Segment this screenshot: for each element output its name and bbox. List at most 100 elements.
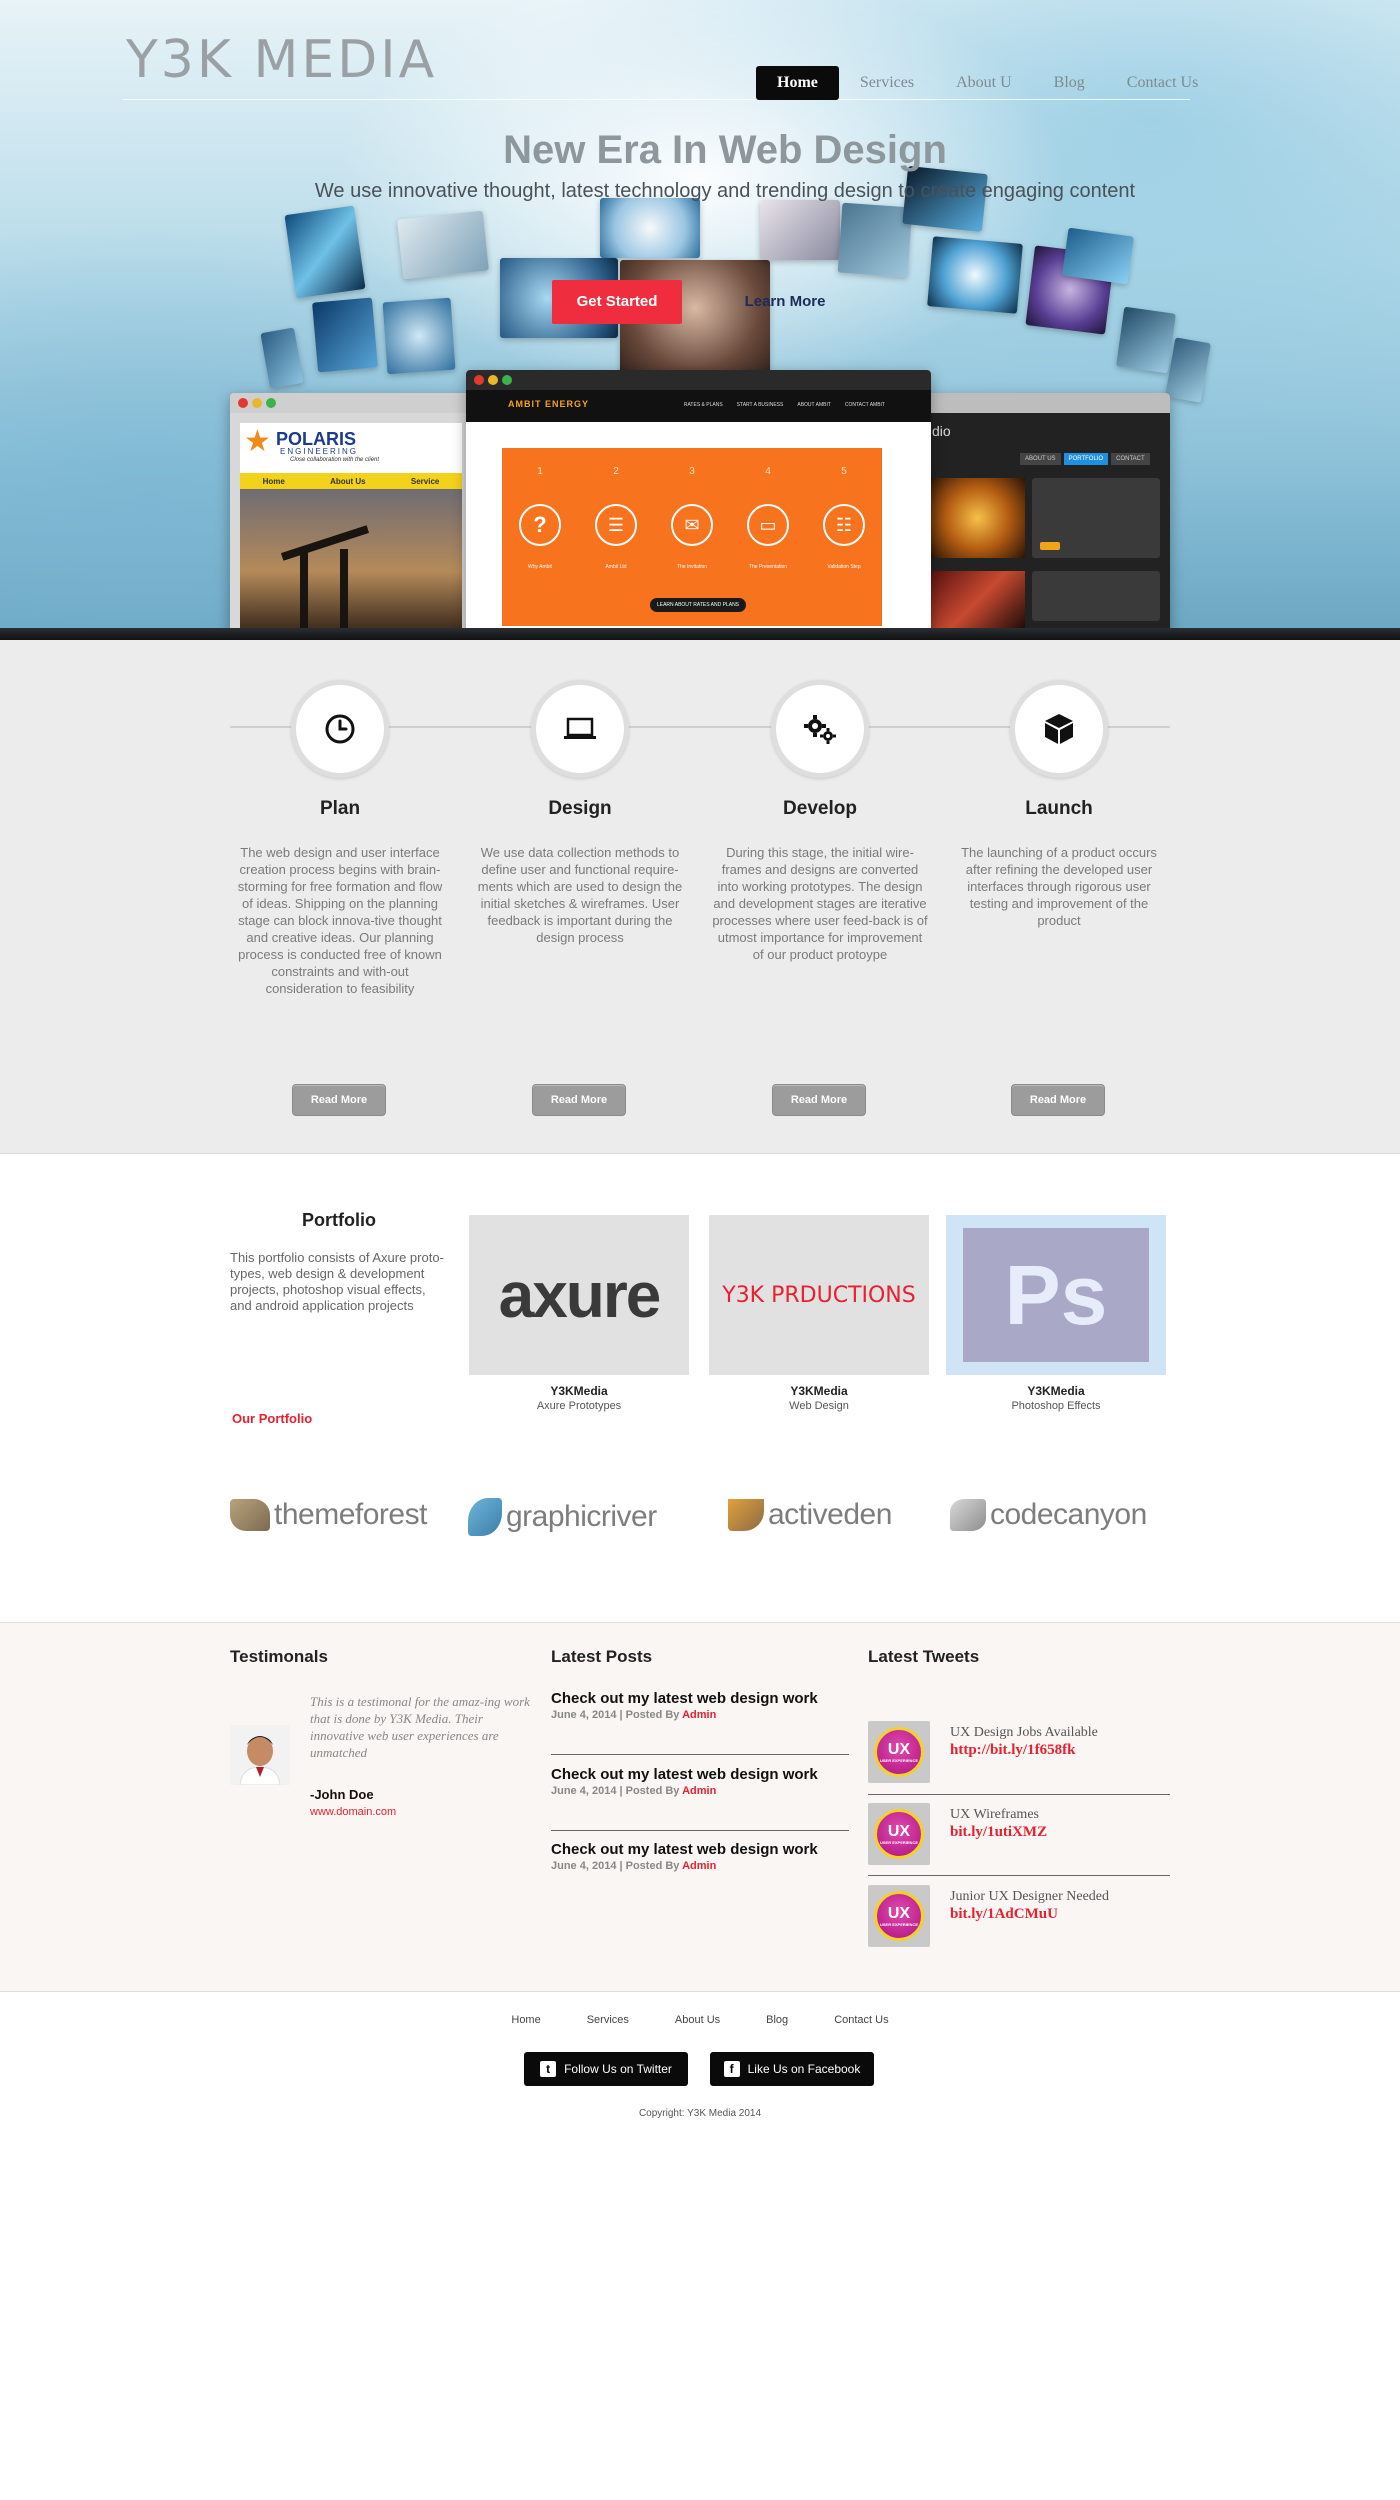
ambit-menu-item: RATES & PLANS: [683, 402, 723, 408]
nav-blog[interactable]: Blog: [1033, 66, 1106, 100]
mockup-polaris: ★ POLARIS ENGINEERING Close collaboratio…: [230, 393, 470, 633]
marketplace-logo-codecanyon[interactable]: codecanyon: [950, 1498, 1147, 1532]
footer-nav-blog[interactable]: Blog: [743, 2014, 811, 2026]
footer-nav-about[interactable]: About Us: [652, 2014, 743, 2026]
footer-nav-contact[interactable]: Contact Us: [811, 2014, 911, 2026]
collage-tile: [1165, 337, 1211, 403]
portfolio-caption: Y3KMedia: [1027, 1384, 1085, 1398]
post-date: June 4, 2014: [551, 1860, 617, 1872]
marketplace-logo-activeden[interactable]: activeden: [728, 1498, 892, 1532]
step-circle: [531, 680, 629, 778]
marketplace-logo-graphicriver[interactable]: graphicriver: [468, 1498, 657, 1536]
post-author-link[interactable]: Admin: [682, 1709, 716, 1721]
step-circle: [291, 680, 389, 778]
process-step-design: Design We use data collection methods to…: [465, 680, 695, 1116]
ambit-step-number: 4: [765, 466, 771, 477]
post-item[interactable]: Check out my latest web design work June…: [551, 1767, 849, 1798]
post-item[interactable]: Check out my latest web design work June…: [551, 1691, 849, 1722]
post-author-link[interactable]: Admin: [682, 1860, 716, 1872]
read-more-button[interactable]: Read More: [292, 1084, 386, 1116]
post-meta: June 4, 2014 | Posted By Admin: [551, 1785, 849, 1797]
ambit-step-label: Validation Step: [827, 564, 861, 570]
facebook-button-label: Like Us on Facebook: [747, 2062, 861, 2076]
photoshop-logo-text: Ps: [1004, 1247, 1108, 1342]
window-maximize-dot: [266, 398, 276, 408]
step-circle: [771, 680, 869, 778]
our-portfolio-link[interactable]: Our Portfolio: [232, 1411, 312, 1426]
portfolio-thumbnail[interactable]: Ps: [946, 1215, 1166, 1375]
step-description: During this stage, the initial wire-fram…: [712, 845, 928, 962]
portfolio-thumbnail[interactable]: axure: [469, 1215, 689, 1375]
like-facebook-button[interactable]: f Like Us on Facebook: [710, 2052, 874, 2086]
collage-tile: [1061, 227, 1135, 285]
portfolio-thumbnail[interactable]: Y3K PRDUCTIONS: [709, 1215, 929, 1375]
laptop-icon: [564, 717, 596, 739]
marketplace-name: activeden: [768, 1498, 892, 1531]
read-more-button[interactable]: Read More: [1011, 1084, 1105, 1116]
process-step-launch: Launch The launching of a product occurs…: [944, 680, 1174, 1116]
tweet-link[interactable]: http://bit.ly/1f658fk: [950, 1742, 1075, 1759]
footer-nav-home[interactable]: Home: [488, 2014, 563, 2026]
polaris-menu-service: Service: [410, 476, 440, 486]
bird-icon: [950, 1499, 986, 1531]
portfolio-card-axure[interactable]: axure Y3KMedia Axure Prototypes: [469, 1215, 689, 1412]
learn-more-button[interactable]: Learn More: [720, 282, 850, 322]
studio-title: dio: [932, 423, 951, 439]
testimonial-author: -John Doe: [310, 1787, 374, 1802]
studio-tab-portfolio: PORTFOLIO: [1063, 453, 1109, 465]
post-item[interactable]: Check out my latest web design work June…: [551, 1842, 849, 1873]
post-title[interactable]: Check out my latest web design work: [551, 1691, 849, 1707]
ux-badge-sublabel: USER EXPERIENCE: [879, 1757, 918, 1763]
nav-home[interactable]: Home: [756, 66, 839, 100]
tweet-divider: [868, 1875, 1170, 1876]
step-circle: [1010, 680, 1108, 778]
portfolio-card-web-design[interactable]: Y3K PRDUCTIONS Y3KMedia Web Design: [709, 1215, 929, 1412]
post-author-link[interactable]: Admin: [682, 1785, 716, 1797]
twitter-button-label: Follow Us on Twitter: [564, 2062, 672, 2076]
hero-bottom-bar: [0, 628, 1400, 640]
polaris-menu-home: Home: [262, 476, 285, 486]
nav-services[interactable]: Services: [839, 66, 935, 100]
portfolio-card-photoshop[interactable]: Ps Y3KMedia Photoshop Effects: [946, 1215, 1166, 1412]
marketplace-logo-themeforest[interactable]: themeforest: [230, 1498, 427, 1532]
step-title: Plan: [319, 798, 361, 819]
studio-thumb: [930, 571, 1025, 631]
ambit-step-label: The Presentation: [748, 564, 788, 570]
tweet-divider: [868, 1794, 1170, 1795]
fish-icon: [468, 1498, 502, 1536]
nav-contact[interactable]: Contact Us: [1106, 66, 1220, 100]
footer-nav-services[interactable]: Services: [564, 2014, 652, 2026]
ambit-cta-button: LEARN ABOUT RATES AND PLANS: [650, 598, 746, 612]
latest-posts-title: Latest Posts: [551, 1647, 653, 1666]
process-section: Plan The web design and user interface c…: [0, 640, 1400, 1154]
testimonial-url-link[interactable]: www.domain.com: [310, 1806, 396, 1818]
read-more-button[interactable]: Read More: [772, 1084, 866, 1116]
nav-about[interactable]: About U: [935, 66, 1033, 100]
testimonial-quote: This is a testimonal for the amaz-ing wo…: [310, 1694, 530, 1760]
ambit-step-number: 5: [841, 466, 847, 477]
latest-tweets-title: Latest Tweets: [868, 1647, 980, 1666]
step-description: The web design and user interface creati…: [237, 845, 443, 996]
collage-tile: [927, 236, 1023, 314]
collage-tile: [600, 198, 700, 258]
collage-tile: [760, 200, 840, 260]
tweet-link[interactable]: bit.ly/1utiXMZ: [950, 1824, 1047, 1841]
studio-card: [1032, 478, 1160, 558]
follow-twitter-button[interactable]: t Follow Us on Twitter: [524, 2052, 688, 2086]
get-started-button[interactable]: Get Started: [552, 280, 682, 324]
post-title[interactable]: Check out my latest web design work: [551, 1767, 849, 1783]
site-logo[interactable]: Y3K MEDIA: [126, 30, 437, 90]
hero-subtitle: We use innovative thought, latest techno…: [314, 180, 1136, 202]
step-description: We use data collection methods to define…: [477, 845, 683, 945]
collage-tile: [260, 327, 304, 389]
cube-icon: [1045, 714, 1073, 744]
tweet-link[interactable]: bit.ly/1AdCMuU: [950, 1906, 1058, 1923]
ambit-menu-item: CONTACT AMBIT: [844, 402, 885, 408]
polaris-menu-about: About Us: [330, 476, 366, 486]
tweet-text: Junior UX Designer Needed: [950, 1889, 1110, 1904]
post-title[interactable]: Check out my latest web design work: [551, 1842, 849, 1858]
clock-icon: [325, 714, 355, 744]
read-more-button[interactable]: Read More: [532, 1084, 626, 1116]
ambit-list-icon: ☰: [595, 504, 637, 546]
window-minimize-dot: [488, 375, 498, 385]
